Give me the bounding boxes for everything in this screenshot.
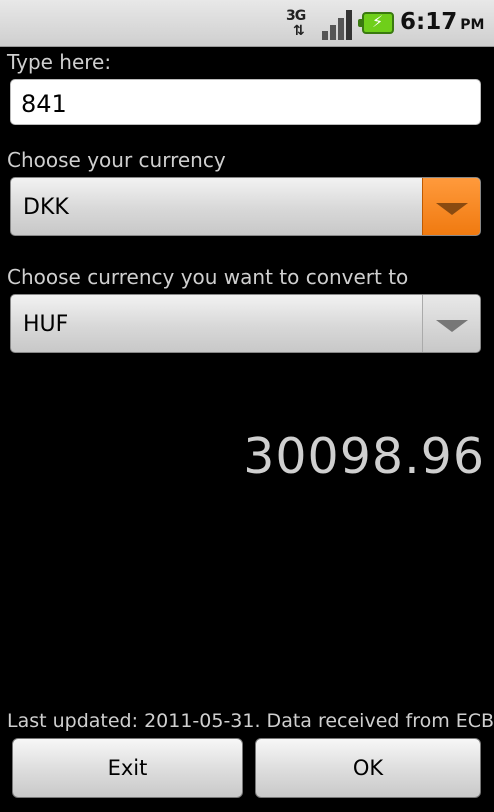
from-currency-spinner[interactable]: DKK [10, 177, 481, 236]
chevron-down-icon [436, 320, 468, 332]
to-currency-value: HUF [23, 312, 69, 337]
clock-time: 6:17 [400, 9, 458, 35]
chevron-down-icon [436, 203, 468, 215]
amount-label: Type here: [7, 50, 112, 74]
network-type-label: 3G [286, 8, 306, 24]
from-currency-dropdown-button[interactable] [422, 178, 480, 235]
network-3g-icon: 3G ⇅ [284, 8, 316, 40]
to-currency-spinner[interactable]: HUF [10, 294, 481, 353]
to-currency-dropdown-button[interactable] [422, 295, 480, 352]
amount-input[interactable]: 841 [10, 79, 481, 125]
ok-button[interactable]: OK [255, 738, 481, 798]
conversion-result: 30098.96 [243, 428, 485, 485]
last-updated-text: Last updated: 2011-05-31. Data received … [7, 710, 494, 732]
data-activity-icon: ⇅ [293, 23, 305, 39]
clock-ampm: PM [460, 17, 485, 33]
battery-charging-icon: ⚡ [358, 12, 394, 34]
exit-button[interactable]: Exit [12, 738, 243, 798]
to-currency-label: Choose currency you want to convert to [7, 265, 409, 289]
from-currency-label: Choose your currency [7, 148, 226, 172]
status-bar: 3G ⇅ ⚡ 6:17 PM [0, 0, 494, 47]
signal-strength-icon [322, 8, 356, 40]
clock: 6:17 PM [400, 9, 484, 35]
from-currency-value: DKK [23, 195, 69, 220]
